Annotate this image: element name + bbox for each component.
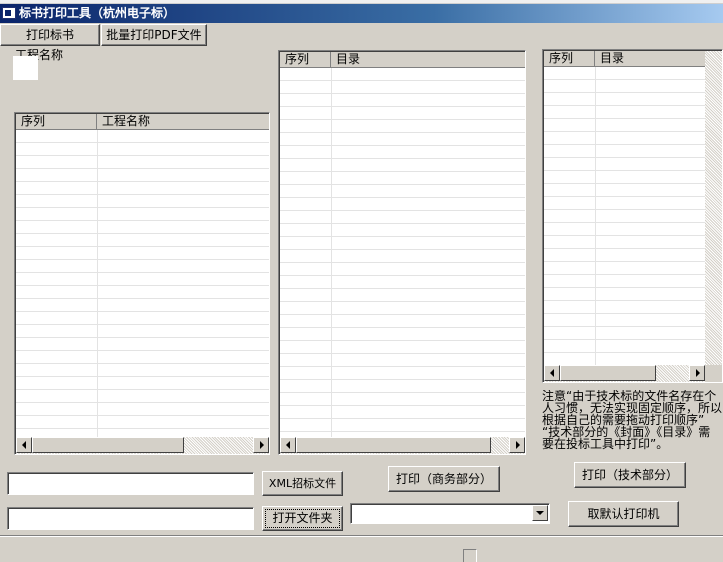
tab-print-bid[interactable]: 打印标书 xyxy=(0,24,100,46)
app-icon xyxy=(2,7,16,19)
tech-grid-header: 序列 目录 xyxy=(544,51,707,67)
scroll-left-button[interactable] xyxy=(280,437,296,453)
title-bar[interactable]: 标书打印工具（杭州电子标） xyxy=(0,4,723,23)
business-grid-col-divider xyxy=(331,68,332,437)
status-bar xyxy=(0,535,723,562)
tech-grid-rows[interactable] xyxy=(544,67,705,365)
folder-path-input[interactable] xyxy=(7,507,254,530)
scroll-corner xyxy=(705,365,722,382)
tab-batch-print-pdf[interactable]: 批量打印PDF文件 xyxy=(101,24,207,46)
scroll-left-button[interactable] xyxy=(16,437,32,453)
print-technical-button[interactable]: 打印（技术部分） xyxy=(574,462,686,488)
note-line: 要在投标工具中打印”。 xyxy=(542,437,669,450)
open-folder-button[interactable]: 打开文件夹 xyxy=(262,506,343,531)
scroll-right-button[interactable] xyxy=(689,365,705,381)
xml-path-input[interactable] xyxy=(7,472,254,495)
arrow-right-icon xyxy=(260,441,264,449)
project-grid-hscrollbar[interactable] xyxy=(16,437,269,454)
project-grid[interactable]: 序列 工程名称 xyxy=(14,112,270,455)
chevron-down-icon xyxy=(536,511,544,515)
arrow-right-icon xyxy=(696,369,700,377)
arrow-left-icon xyxy=(22,441,26,449)
arrow-right-icon xyxy=(516,441,520,449)
technical-order-note: 注意“由于技术标的文件名存在个 人习惯，无法实现固定顺序，所以 根据自己的需要拖… xyxy=(542,390,723,450)
tech-grid-vscrollbar[interactable] xyxy=(705,51,722,365)
project-name-preview xyxy=(13,56,38,80)
project-grid-header: 序列 工程名称 xyxy=(16,114,269,130)
arrow-left-icon xyxy=(286,441,290,449)
window-title: 标书打印工具（杭州电子标） xyxy=(19,6,176,20)
scroll-left-button[interactable] xyxy=(544,365,560,381)
arrow-left-icon xyxy=(550,369,554,377)
business-catalog-grid[interactable]: 序列 目录 xyxy=(278,50,526,455)
xml-bid-file-button[interactable]: XML招标文件 xyxy=(262,471,343,496)
business-grid-hthumb[interactable] xyxy=(296,437,491,453)
printer-select[interactable] xyxy=(350,503,550,524)
project-grid-hthumb[interactable] xyxy=(32,437,184,453)
project-grid-col-divider xyxy=(97,130,98,437)
business-col-index[interactable]: 序列 xyxy=(280,52,331,68)
print-business-button[interactable]: 打印（商务部分） xyxy=(388,466,500,492)
tech-grid-hthumb[interactable] xyxy=(560,365,656,381)
project-grid-rows[interactable] xyxy=(16,130,269,437)
business-grid-hscrollbar[interactable] xyxy=(280,437,525,454)
tech-col-catalog[interactable]: 目录 xyxy=(595,51,707,67)
printer-dropdown-button[interactable] xyxy=(532,505,548,521)
scroll-right-button[interactable] xyxy=(509,437,525,453)
business-col-catalog[interactable]: 目录 xyxy=(331,52,525,68)
business-grid-header: 序列 目录 xyxy=(280,52,525,68)
project-col-name[interactable]: 工程名称 xyxy=(97,114,269,130)
tech-grid-col-divider xyxy=(595,67,596,365)
project-col-index[interactable]: 序列 xyxy=(16,114,97,130)
tech-grid-hscrollbar[interactable] xyxy=(544,365,705,382)
tech-col-index[interactable]: 序列 xyxy=(544,51,595,67)
technical-catalog-grid[interactable]: 序列 目录 xyxy=(542,49,723,383)
main-window: 标书打印工具（杭州电子标） 打印标书 批量打印PDF文件 工程名称 序列 工程名… xyxy=(0,0,723,562)
business-grid-rows[interactable] xyxy=(280,68,525,437)
scroll-right-button[interactable] xyxy=(253,437,269,453)
status-bar-grip xyxy=(463,549,477,562)
default-printer-button[interactable]: 取默认打印机 xyxy=(568,501,679,527)
